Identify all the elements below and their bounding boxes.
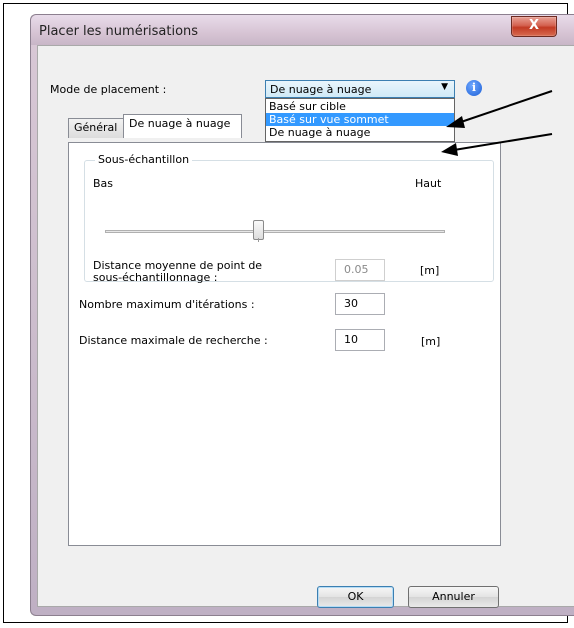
annotation-arrow-2 — [441, 133, 553, 156]
annotation-arrow-1 — [446, 90, 553, 128]
tab-cloud-to-cloud[interactable]: De nuage à nuage — [123, 114, 242, 138]
annotation-arrows — [441, 90, 553, 156]
